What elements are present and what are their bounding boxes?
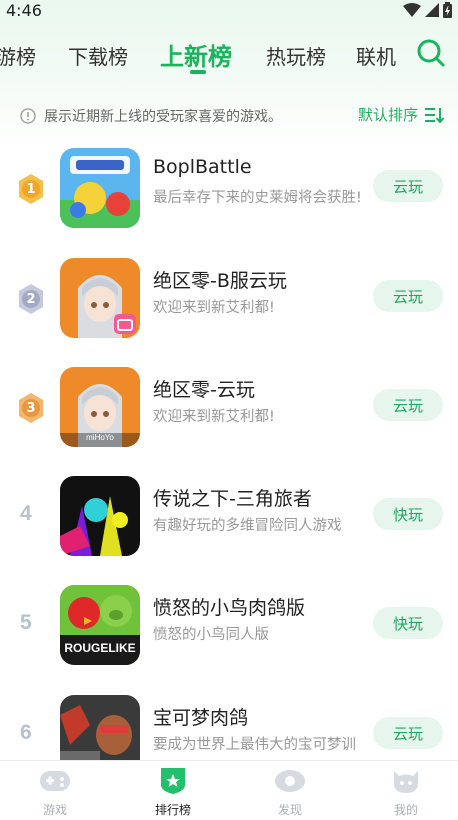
quick-play-button[interactable]: 快玩 bbox=[373, 498, 443, 530]
game-description: 欢迎来到新艾利都! bbox=[153, 409, 275, 425]
status-bar: 4:46 bbox=[0, 0, 458, 20]
boplbattle-icon bbox=[60, 148, 140, 228]
game-icon-zzz-cloud[interactable]: miHoYo bbox=[60, 367, 140, 447]
game-description: 有趣好玩的多维冒险同人游戏 bbox=[153, 518, 342, 534]
cloud-play-button[interactable]: 云玩 bbox=[373, 389, 443, 421]
ranking-shield-icon bbox=[161, 768, 185, 794]
game-icon-undertale[interactable] bbox=[60, 476, 140, 556]
status-icons bbox=[403, 2, 452, 18]
game-description: 最后幸存下来的史莱姆将会获胜! bbox=[153, 190, 362, 206]
rank-number: 3 bbox=[26, 400, 36, 416]
search-button[interactable] bbox=[416, 38, 446, 68]
game-row[interactable]: 5 ROUGELIKE 愤怒的小鸟肉鸽版 愤怒的小鸟同人版 快玩 bbox=[0, 573, 458, 683]
nav-label: 我的 bbox=[393, 803, 418, 817]
mihoyo-logo-text: miHoYo bbox=[86, 433, 114, 442]
notice-bar: 展示近期新上线的受玩家喜爱的游戏。 默认排序 bbox=[0, 100, 458, 130]
game-description: 愤怒的小鸟同人版 bbox=[153, 627, 269, 643]
rank-number: 6 bbox=[20, 721, 32, 744]
notice-text: 展示近期新上线的受玩家喜爱的游戏。 bbox=[44, 109, 282, 125]
game-title: BoplBattle bbox=[153, 156, 252, 178]
rank-number: 1 bbox=[26, 181, 36, 197]
rougelike-logo-text: ROUGELIKE bbox=[64, 641, 136, 655]
nav-ranking[interactable]: 排行榜 bbox=[133, 767, 213, 820]
active-tab-indicator bbox=[190, 70, 206, 74]
ranking-tabs: 游榜 下载榜 上新榜 热玩榜 联机 bbox=[0, 32, 458, 76]
game-icon-angry-birds[interactable]: ROUGELIKE bbox=[60, 585, 140, 665]
info-icon bbox=[20, 108, 36, 124]
nav-discover[interactable]: 发现 bbox=[250, 767, 330, 820]
game-title: 绝区零-B服云玩 bbox=[153, 270, 287, 292]
signal-icon bbox=[425, 3, 439, 17]
tab-multiplayer[interactable]: 联机 bbox=[356, 41, 396, 70]
game-title: 愤怒的小鸟肉鸽版 bbox=[153, 597, 306, 619]
game-title: 宝可梦肉鸽 bbox=[153, 707, 249, 729]
game-title: 绝区零-云玩 bbox=[153, 379, 255, 401]
nav-label: 排行榜 bbox=[154, 803, 191, 817]
rank-number: 4 bbox=[20, 502, 32, 525]
game-row[interactable]: 3 miHoYo 绝区零-云玩 欢迎来到新艾利都! 云玩 bbox=[0, 355, 458, 465]
sort-icon bbox=[425, 107, 444, 124]
game-row[interactable]: 2 绝区零-B服云玩 欢迎来到新艾利都! 云玩 bbox=[0, 246, 458, 356]
sort-button[interactable]: 默认排序 bbox=[358, 104, 444, 125]
game-title: 传说之下-三角旅者 bbox=[153, 488, 312, 510]
profile-icon bbox=[394, 771, 418, 793]
search-icon bbox=[417, 39, 445, 67]
nav-profile[interactable]: 我的 bbox=[366, 767, 446, 820]
battery-icon bbox=[443, 2, 452, 18]
game-icon-zzz-bilibili[interactable] bbox=[60, 258, 140, 338]
quick-play-button[interactable]: 快玩 bbox=[373, 607, 443, 639]
rank-medal-silver: 2 bbox=[14, 282, 48, 316]
rank-medal-gold: 1 bbox=[14, 172, 48, 206]
rank-number: 5 bbox=[20, 611, 32, 634]
zzz-character-icon bbox=[60, 258, 140, 338]
sort-label: 默认排序 bbox=[357, 106, 418, 124]
tab-download-ranking[interactable]: 下载榜 bbox=[68, 41, 128, 70]
game-row[interactable]: 4 传说之下-三角旅者 有趣好玩的多维冒险同人游戏 快玩 bbox=[0, 464, 458, 574]
undertale-icon bbox=[60, 476, 140, 556]
game-icon-boplbattle[interactable] bbox=[60, 148, 140, 228]
cloud-play-button[interactable]: 云玩 bbox=[373, 170, 443, 202]
rank-number: 2 bbox=[26, 291, 36, 307]
bottom-navigation: 游戏 排行榜 发现 我的 bbox=[0, 760, 458, 820]
wifi-icon bbox=[403, 3, 421, 17]
game-description: 欢迎来到新艾利都! bbox=[153, 300, 275, 316]
tab-game-ranking[interactable]: 游榜 bbox=[0, 41, 36, 70]
status-time: 4:46 bbox=[6, 0, 42, 20]
nav-label: 游戏 bbox=[42, 803, 67, 817]
game-row[interactable]: 1 BoplBattle 最后幸存下来的史莱姆将会获胜! 云玩 bbox=[0, 136, 458, 246]
nav-label: 发现 bbox=[277, 803, 302, 817]
rank-medal-bronze: 3 bbox=[14, 391, 48, 425]
cloud-play-button[interactable]: 云玩 bbox=[373, 717, 443, 749]
tab-hot-ranking[interactable]: 热玩榜 bbox=[266, 41, 326, 70]
tab-new-ranking[interactable]: 上新榜 bbox=[160, 37, 232, 72]
eye-icon bbox=[275, 770, 305, 792]
nav-games[interactable]: 游戏 bbox=[15, 767, 95, 820]
gamepad-icon bbox=[40, 771, 70, 791]
cloud-play-button[interactable]: 云玩 bbox=[373, 280, 443, 312]
